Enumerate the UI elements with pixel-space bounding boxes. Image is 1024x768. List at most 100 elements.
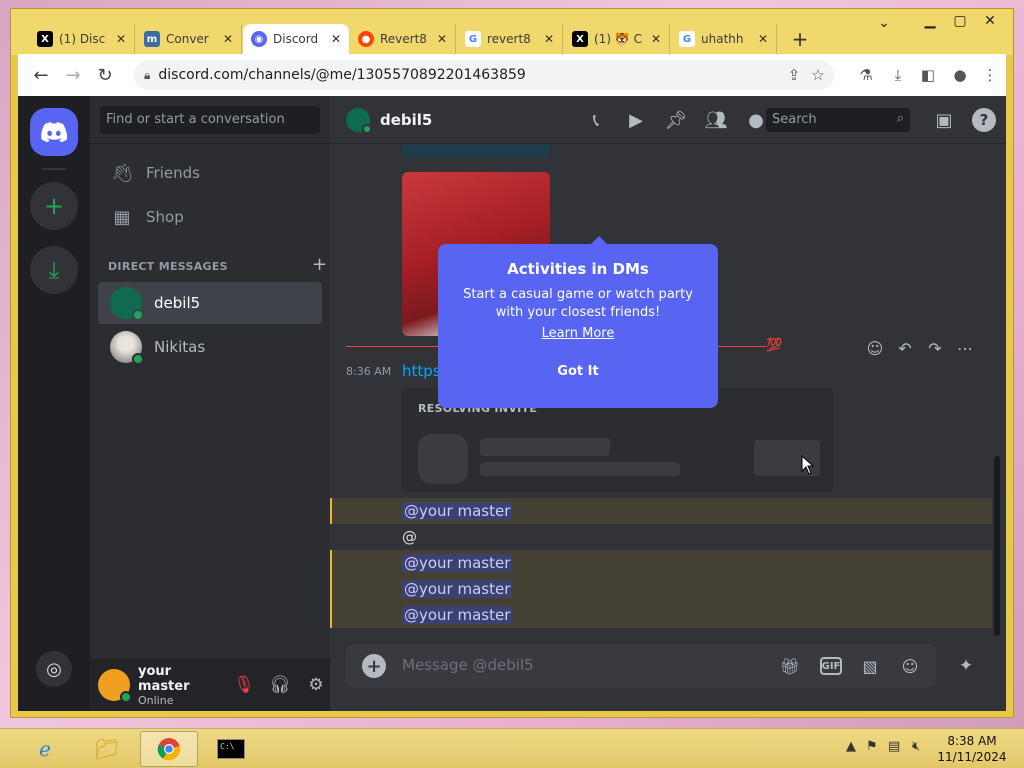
back-arrow-icon[interactable]: ←: [28, 62, 54, 88]
file-explorer-icon[interactable]: 📁︎: [78, 731, 136, 767]
message-row: @your master: [330, 550, 992, 576]
tab-title: uhathh: [701, 32, 744, 46]
settings-gear-icon[interactable]: ⚙: [302, 669, 330, 701]
forward-arrow-icon[interactable]: →: [60, 62, 86, 88]
dm-name: Nikitas: [154, 338, 206, 356]
inbox-icon[interactable]: ▣: [932, 108, 956, 132]
profile-icon[interactable]: ●: [948, 63, 972, 87]
add-friends-to-dm-icon[interactable]: 👥︎: [704, 108, 728, 132]
download-apps-button[interactable]: ⤓: [30, 246, 78, 294]
close-tab-icon[interactable]: ✕: [331, 32, 341, 46]
got-it-button[interactable]: Got It: [438, 364, 718, 379]
share-icon[interactable]: ⇪: [782, 63, 806, 87]
header-search-input[interactable]: Search ⌕: [766, 108, 910, 132]
tab-title: Discord: [273, 32, 319, 46]
dm-sidebar: Find or start a conversation 👋︎ Friends …: [90, 96, 330, 711]
close-window-button[interactable]: ✕: [975, 13, 1005, 29]
browser-tab-3-active[interactable]: ◉ Discord ✕: [243, 24, 349, 54]
action-center-flag-icon[interactable]: ⚑: [866, 739, 878, 754]
discord-home-button[interactable]: [30, 108, 78, 156]
menu-kebab-icon[interactable]: ⋮: [978, 63, 1002, 87]
direct-messages-header: DIRECT MESSAGES: [108, 260, 228, 273]
new-tab-button[interactable]: +: [787, 26, 813, 52]
browser-tab-5[interactable]: G revert8 ✕: [457, 24, 563, 54]
video-call-icon[interactable]: ▶: [624, 108, 648, 132]
reload-icon[interactable]: ↻: [92, 62, 118, 88]
search-placeholder: Search: [772, 112, 817, 127]
browser-tab-7[interactable]: G uhathh ✕: [671, 24, 777, 54]
reaction-100-icon[interactable]: 💯: [766, 338, 782, 353]
channel-avatar: [346, 107, 372, 134]
mute-mic-icon[interactable]: 🎙︎: [230, 669, 258, 701]
clock-date: 11/11/2024: [937, 750, 1007, 764]
volume-muted-icon[interactable]: 🔇︎: [912, 739, 920, 754]
address-bar[interactable]: 🔒︎ discord.com/channels/@me/130557089220…: [134, 60, 834, 90]
user-mention[interactable]: @your master: [402, 580, 513, 598]
browser-toolbar: ← → ↻ 🔒︎ discord.com/channels/@me/130557…: [18, 54, 1006, 96]
lock-icon: 🔒︎: [144, 67, 151, 82]
user-mention[interactable]: @your master: [402, 502, 513, 520]
system-clock[interactable]: 8:38 AM 11/11/2024: [932, 733, 1012, 765]
user-mention[interactable]: @your master: [402, 606, 513, 624]
dm-item-debil5[interactable]: debil5: [98, 282, 322, 324]
browser-tab-6[interactable]: X (1) 🐯 C ✕: [564, 24, 670, 54]
discover-button[interactable]: ◎: [36, 651, 72, 687]
friends-nav-item[interactable]: 👋︎ Friends: [98, 152, 322, 194]
minimize-button[interactable]: ▁: [915, 13, 945, 29]
learn-more-link[interactable]: Learn More: [542, 326, 615, 341]
network-icon[interactable]: ▤: [888, 739, 900, 754]
close-tab-icon[interactable]: ✕: [437, 32, 447, 46]
browser-tab-1[interactable]: X (1) Disc ✕: [29, 24, 135, 54]
download-icon: ⤓: [48, 256, 60, 284]
maximize-button[interactable]: ▢: [945, 13, 975, 29]
shop-nav-item[interactable]: ▦ Shop: [98, 196, 322, 238]
message-text: @: [402, 528, 417, 546]
close-tab-icon[interactable]: ✕: [544, 32, 554, 46]
browser-tab-2[interactable]: m Conver ✕: [136, 24, 242, 54]
add-server-button[interactable]: +: [30, 182, 78, 230]
dm-item-nikitas[interactable]: Nikitas: [98, 326, 322, 368]
chat-scrollbar[interactable]: [994, 456, 1000, 636]
more-options-icon[interactable]: ⋯: [954, 339, 976, 358]
divider: [90, 143, 330, 144]
gif-icon[interactable]: GIF: [820, 657, 842, 675]
upload-plus-icon[interactable]: +: [362, 654, 386, 678]
chrome-taskbar-icon[interactable]: [140, 731, 198, 767]
user-profile-icon[interactable]: ●: [744, 108, 768, 132]
find-conversation-input[interactable]: Find or start a conversation: [100, 106, 320, 134]
add-reaction-icon[interactable]: ☺: [864, 339, 886, 358]
sticker-icon[interactable]: ▧: [858, 654, 882, 678]
create-dm-plus-icon[interactable]: +: [312, 254, 327, 275]
voice-call-icon[interactable]: 📞︎: [584, 108, 608, 132]
command-prompt-icon[interactable]: C:\: [202, 731, 260, 767]
user-avatar[interactable]: [98, 669, 132, 703]
reply-icon[interactable]: ↶: [894, 339, 916, 358]
apps-launcher-icon[interactable]: ✦: [952, 654, 980, 678]
user-mention[interactable]: @your master: [402, 554, 513, 572]
emoji-icon[interactable]: ☺: [898, 654, 922, 678]
gift-icon[interactable]: 🎁︎: [778, 654, 802, 678]
headphones-icon[interactable]: 🎧︎: [266, 669, 294, 701]
shop-icon: ▦: [113, 206, 131, 228]
message-input[interactable]: Message @debil5: [402, 656, 534, 674]
side-panel-icon[interactable]: ◧: [916, 63, 940, 87]
labs-flask-icon[interactable]: ⚗: [854, 63, 878, 87]
pinned-messages-icon[interactable]: 📌︎: [664, 108, 688, 132]
close-tab-icon[interactable]: ✕: [651, 32, 661, 46]
avatar: [110, 331, 144, 365]
browser-tab-4[interactable]: ● Revert8 ✕: [350, 24, 456, 54]
download-icon[interactable]: ⤓: [886, 63, 910, 87]
internet-explorer-icon[interactable]: ℯ: [16, 731, 74, 767]
message-row: @your master: [330, 602, 992, 628]
forward-icon[interactable]: ↷: [924, 339, 946, 358]
message-timestamp: 8:36 AM: [346, 365, 392, 378]
close-tab-icon[interactable]: ✕: [223, 32, 233, 46]
bookmark-star-icon[interactable]: ☆: [806, 63, 830, 87]
help-icon[interactable]: ?: [972, 108, 996, 132]
username: your master: [138, 663, 190, 694]
show-hidden-icons-icon[interactable]: ▲: [846, 739, 856, 754]
status-online-dot: [132, 309, 144, 321]
close-tab-icon[interactable]: ✕: [758, 32, 768, 46]
tab-search-icon[interactable]: ⌄: [869, 15, 899, 31]
close-tab-icon[interactable]: ✕: [116, 32, 126, 46]
